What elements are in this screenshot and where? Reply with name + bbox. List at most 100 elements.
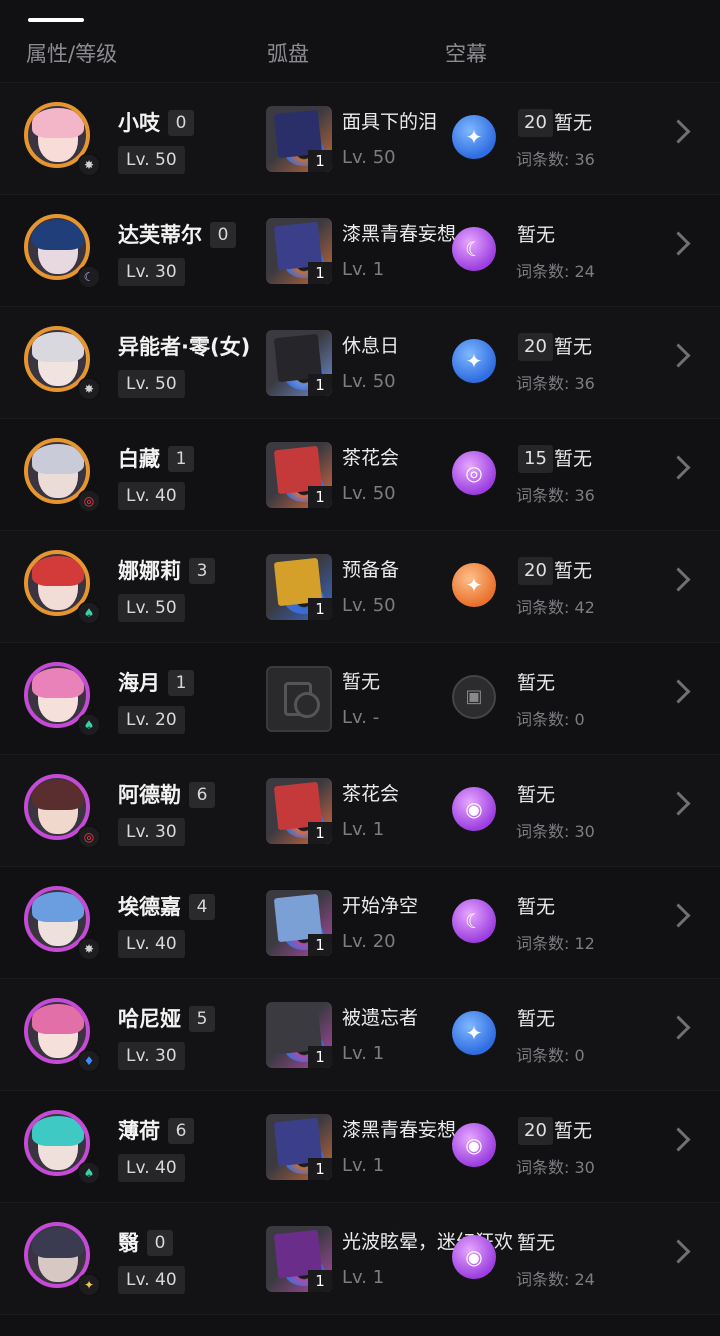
disk-name: 暂无: [342, 671, 381, 693]
element-icon: ♦: [77, 1049, 101, 1073]
curtain-icon[interactable]: ▣: [452, 675, 496, 719]
chevron-right-icon[interactable]: [666, 343, 691, 368]
curtain-badge: 20: [518, 557, 553, 585]
disk-thumbnail[interactable]: 1: [266, 330, 332, 396]
disk-thumbnail[interactable]: [266, 666, 332, 732]
curtain-badge: 20: [518, 333, 553, 361]
character-row[interactable]: ♠ 薄荷 6 Lv. 40 1 漆黑青春妄想 Lv. 1 ◉ 20 暂无 词条数: 30: [0, 1091, 720, 1203]
avatar-hair: [32, 668, 84, 698]
rank-badge: 1: [168, 670, 194, 696]
chevron-right-icon[interactable]: [666, 903, 691, 928]
disk-thumbnail[interactable]: 1: [266, 1226, 332, 1292]
header-attr-level[interactable]: 属性/等级: [26, 40, 117, 68]
curtain-status: 暂无: [517, 896, 556, 918]
curtain-icon[interactable]: ✦: [452, 563, 496, 607]
chevron-right-icon[interactable]: [666, 119, 691, 144]
chevron-right-icon[interactable]: [666, 1127, 691, 1152]
disk-count: 1: [308, 1158, 332, 1180]
disk-thumbnail[interactable]: 1: [266, 554, 332, 620]
element-icon: ☾: [77, 265, 101, 289]
curtain-entry-count: 词条数: 30: [516, 822, 595, 841]
character-level: Lv. 50: [118, 594, 185, 622]
curtain-badge: 15: [518, 445, 553, 473]
curtain-icon[interactable]: ◉: [452, 787, 496, 831]
chevron-right-icon[interactable]: [666, 567, 691, 592]
disk-level: Lv. 50: [342, 595, 396, 616]
disk-thumbnail[interactable]: 1: [266, 1002, 332, 1068]
character-row[interactable]: ♦ 哈尼娅 5 Lv. 30 1 被遗忘者 Lv. 1 ✦ 暂无 词条数: 0: [0, 979, 720, 1091]
element-icon: ◎: [77, 825, 101, 849]
active-tab-indicator: [28, 18, 84, 22]
character-row[interactable]: ✦ 翳 0 Lv. 40 1 光波眩晕，迷幻狂欢 Lv. 1 ◉ 暂无 词条数: 24: [0, 1203, 720, 1315]
character-level: Lv. 20: [118, 706, 185, 734]
header-disk[interactable]: 弧盘: [267, 40, 309, 68]
character-level: Lv. 40: [118, 930, 185, 958]
curtain-status: 暂无: [554, 112, 593, 134]
curtain-badge: 20: [518, 109, 553, 137]
chevron-right-icon[interactable]: [666, 679, 691, 704]
disk-level: Lv. 50: [342, 147, 396, 168]
disk-count: 1: [308, 1046, 332, 1068]
curtain-icon[interactable]: ◉: [452, 1123, 496, 1167]
disk-level: Lv. 50: [342, 371, 396, 392]
header-curtain[interactable]: 空幕: [445, 40, 487, 68]
disk-thumbnail[interactable]: 1: [266, 1114, 332, 1180]
curtain-icon[interactable]: ✦: [452, 115, 496, 159]
avatar-hair: [32, 556, 84, 586]
curtain-badge: 20: [518, 1117, 553, 1145]
disk-thumbnail[interactable]: 1: [266, 106, 332, 172]
avatar-hair: [32, 1004, 84, 1034]
avatar-hair: [32, 220, 84, 250]
character-name-text: 白藏: [118, 447, 160, 471]
rank-badge: 0: [168, 110, 194, 136]
curtain-icon[interactable]: ◉: [452, 1235, 496, 1279]
disk-thumbnail[interactable]: 1: [266, 218, 332, 284]
rank-badge: 5: [189, 1006, 215, 1032]
character-level: Lv. 40: [118, 1266, 185, 1294]
chevron-right-icon[interactable]: [666, 791, 691, 816]
disk-thumbnail[interactable]: 1: [266, 890, 332, 956]
disk-count: 1: [308, 934, 332, 956]
character-row[interactable]: ✸ 埃德嘉 4 Lv. 40 1 开始净空 Lv. 20 ☾ 暂无 词条数: 12: [0, 867, 720, 979]
character-row[interactable]: ♠ 娜娜莉 3 Lv. 50 1 预备备 Lv. 50 ✦ 20 暂无 词条数: 42: [0, 531, 720, 643]
chevron-right-icon[interactable]: [666, 1239, 691, 1264]
curtain-icon[interactable]: ☾: [452, 899, 496, 943]
disk-count: 1: [308, 150, 332, 172]
curtain-icon[interactable]: ✦: [452, 339, 496, 383]
curtain-icon[interactable]: ◎: [452, 451, 496, 495]
disk-thumbnail[interactable]: 1: [266, 442, 332, 508]
character-list: ✸ 小吱 0 Lv. 50 1 面具下的泪 Lv. 50 ✦ 20 暂无 词条数: 36 ☾ 达芙蒂尔 0…: [0, 83, 720, 1315]
character-name: 埃德嘉 4: [118, 893, 215, 921]
rank-badge: 0: [147, 1230, 173, 1256]
character-row[interactable]: ◎ 阿德勒 6 Lv. 30 1 茶花会 Lv. 1 ◉ 暂无 词条数: 30: [0, 755, 720, 867]
disk-name: 被遗忘者: [342, 1007, 419, 1029]
character-name-text: 翳: [118, 1231, 139, 1255]
curtain-icon[interactable]: ✦: [452, 1011, 496, 1055]
character-name-text: 薄荷: [118, 1119, 160, 1143]
disk-name: 预备备: [342, 559, 400, 581]
character-name-text: 哈尼娅: [118, 1007, 181, 1031]
character-level: Lv. 50: [118, 370, 185, 398]
curtain-entry-count: 词条数: 24: [516, 262, 595, 281]
element-icon: ✸: [77, 937, 101, 961]
curtain-entry-count: 词条数: 30: [516, 1158, 595, 1177]
disk-level: Lv. 1: [342, 1155, 385, 1176]
disk-level: Lv. 1: [342, 1267, 385, 1288]
character-row[interactable]: ♠ 海月 1 Lv. 20 暂无 Lv. - ▣ 暂无 词条数: 0: [0, 643, 720, 755]
character-row[interactable]: ☾ 达芙蒂尔 0 Lv. 30 1 漆黑青春妄想 Lv. 1 ☾ 暂无 词条数: 24: [0, 195, 720, 307]
chevron-right-icon[interactable]: [666, 1015, 691, 1040]
disk-count: 1: [308, 486, 332, 508]
curtain-icon[interactable]: ☾: [452, 227, 496, 271]
character-row[interactable]: ✸ 异能者·零(女) Lv. 50 1 休息日 Lv. 50 ✦ 20 暂无 词条数: 36: [0, 307, 720, 419]
empty-disk-ring-icon: [294, 692, 320, 718]
disk-level: Lv. 20: [342, 931, 396, 952]
character-row[interactable]: ✸ 小吱 0 Lv. 50 1 面具下的泪 Lv. 50 ✦ 20 暂无 词条数: 36: [0, 83, 720, 195]
disk-thumbnail[interactable]: 1: [266, 778, 332, 844]
chevron-right-icon[interactable]: [666, 231, 691, 256]
character-level: Lv. 30: [118, 258, 185, 286]
character-level: Lv. 30: [118, 818, 185, 846]
curtain-entry-count: 词条数: 0: [516, 1046, 585, 1065]
character-row[interactable]: ◎ 白藏 1 Lv. 40 1 茶花会 Lv. 50 ◎ 15 暂无 词条数: 36: [0, 419, 720, 531]
avatar-hair: [32, 1116, 84, 1146]
chevron-right-icon[interactable]: [666, 455, 691, 480]
